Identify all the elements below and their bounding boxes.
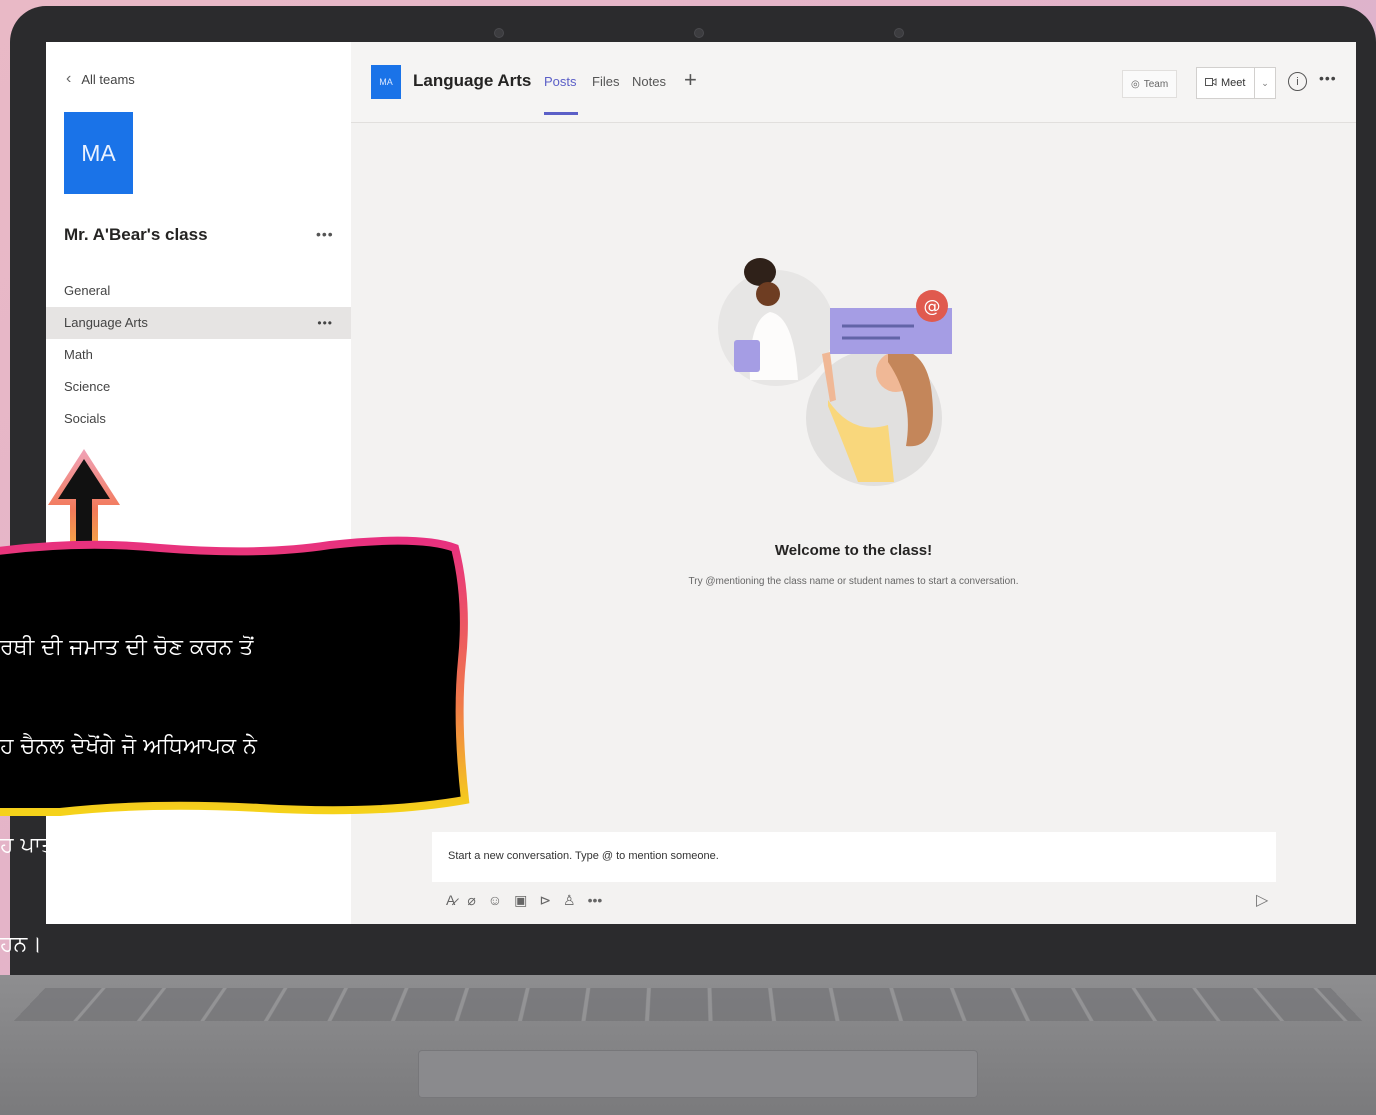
team-icon: ◎: [1131, 78, 1140, 90]
attach-icon[interactable]: ⌀: [467, 892, 475, 909]
chevron-down-icon[interactable]: ⌄: [1254, 68, 1275, 98]
meet-button-label: Meet: [1221, 77, 1246, 89]
meet-now-icon[interactable]: ⊳: [539, 892, 551, 909]
sensor-dot: [494, 28, 504, 38]
team-button[interactable]: ◎ Team: [1122, 70, 1178, 98]
format-icon[interactable]: A̷: [446, 892, 455, 909]
meet-now-button[interactable]: Meet: [1197, 77, 1254, 90]
welcome-title: Welcome to the class!: [774, 542, 933, 559]
more-options-button[interactable]: •••: [1319, 70, 1337, 86]
compose-input[interactable]: Start a new conversation. Type @ to ment…: [448, 850, 719, 862]
callout-text: ਰਥੀ ਦੀ ਜਮਾਤ ਦੀ ਚੋਣ ਕਰਨ ਤੋਂ ਹ ਚੈਨਲ ਦੇਖੋਂਗ…: [0, 565, 445, 994]
team-button-label: Team: [1143, 78, 1169, 90]
channel-header: MA Language Arts Posts Files Notes + ◎ T…: [351, 42, 1356, 123]
callout-line: ਰਥੀ ਦੀ ਜਮਾਤ ਦੀ ਚੋਣ ਕਰਨ ਤੋਂ: [0, 635, 254, 660]
sensor-dot: [894, 28, 904, 38]
add-tab-button[interactable]: +: [684, 67, 697, 93]
emoji-icon[interactable]: ☺: [488, 892, 502, 909]
send-icon[interactable]: ▷: [1256, 890, 1268, 910]
svg-text:@: @: [924, 297, 941, 317]
callout-line: ਹ ਪਾਤਰ, ਇਕਾਈਆਂ, ਜਾਂ ਹੋਰ: [0, 833, 237, 858]
callout-line: ਹ ਚੈਨਲ ਦੇਖੋਂਗੇ ਜੋ ਅਧਿਆਪਕ ਨੇ: [0, 734, 257, 759]
tab-posts[interactable]: Posts: [544, 74, 577, 89]
more-icon[interactable]: •••: [588, 892, 603, 909]
sticker-icon[interactable]: ▣: [514, 892, 527, 909]
callout-line: ਹਨ।: [0, 932, 43, 957]
active-tab-indicator: [544, 112, 578, 115]
welcome-illustration: @: [718, 258, 952, 486]
info-icon[interactable]: i: [1288, 72, 1307, 91]
compose-toolbar: A̷ ⌀ ☺ ▣ ⊳ ♙ •••: [446, 892, 602, 909]
trackpad: [418, 1050, 978, 1098]
meet-button[interactable]: Meet ⌄: [1196, 67, 1276, 99]
video-camera-icon: [1205, 77, 1217, 90]
tab-files[interactable]: Files: [592, 74, 619, 89]
camera-icon: [694, 28, 704, 38]
welcome-subtitle: Try @mentioning the class name or studen…: [688, 576, 1019, 587]
compose-box[interactable]: Start a new conversation. Type @ to ment…: [432, 832, 1276, 882]
praise-icon[interactable]: ♙: [563, 892, 576, 909]
tab-notes[interactable]: Notes: [632, 74, 666, 89]
